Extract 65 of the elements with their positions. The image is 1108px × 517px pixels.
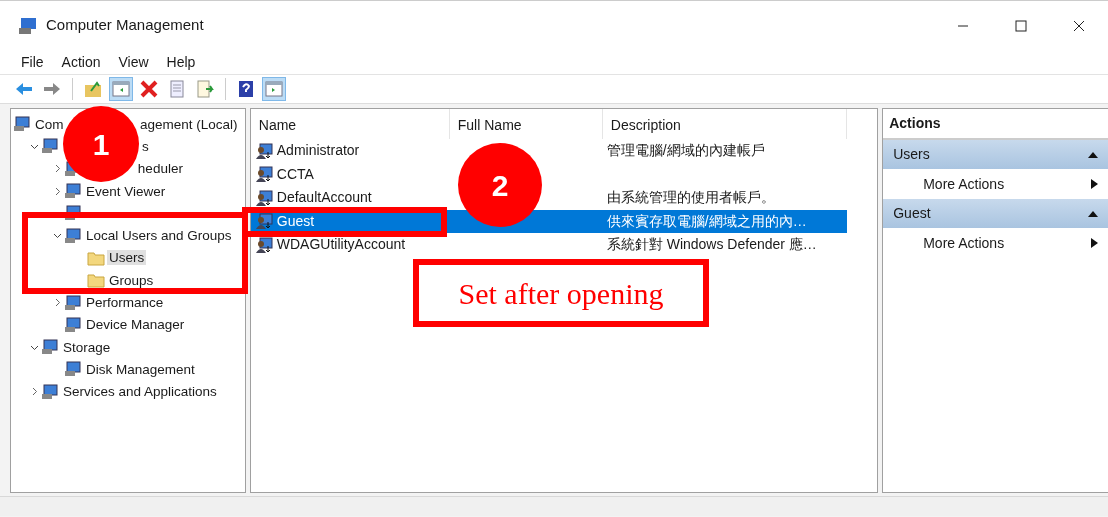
help-icon — [236, 79, 256, 99]
column-header[interactable]: Description — [602, 109, 847, 139]
action-link[interactable]: More Actions — [883, 228, 1108, 258]
computer-icon — [18, 15, 38, 36]
action-link[interactable]: More Actions — [883, 169, 1108, 199]
table-cell: 供來賓存取電腦/網域之用的內… — [606, 212, 807, 229]
monitor-icon — [64, 294, 82, 311]
menu-item[interactable]: Help — [157, 51, 205, 73]
tree-item[interactable]: Local Users and Groups — [84, 228, 234, 244]
table-cell[interactable]: WDAGUtilityAccount — [276, 234, 406, 256]
close-icon — [1073, 19, 1085, 32]
tree-item[interactable]: Com — [33, 116, 66, 132]
window-panel-icon — [264, 79, 284, 99]
menu-item[interactable]: Action — [52, 51, 110, 73]
monitor-icon — [64, 361, 82, 378]
tree-item[interactable]: Groups — [107, 272, 156, 288]
tree-item[interactable]: agement (Local) — [137, 116, 240, 132]
user-icon — [254, 165, 273, 184]
folder-icon — [87, 249, 105, 266]
document-icon — [167, 79, 187, 99]
window-title: Computer Management — [46, 15, 205, 36]
tree-item[interactable]: Event Viewer — [84, 183, 168, 199]
tree-item[interactable]: Storage — [61, 339, 113, 355]
maximize-icon — [1015, 19, 1027, 32]
window-panel-icon — [111, 79, 131, 99]
section-header[interactable]: Users — [883, 140, 1108, 169]
monitor-icon — [64, 227, 82, 244]
monitor-icon — [13, 116, 31, 133]
column-header[interactable]: Name — [250, 109, 450, 139]
monitor-icon — [64, 183, 82, 200]
table-cell: 由系統管理的使用者帳戶。 — [606, 189, 775, 206]
tree-item[interactable]: Disk Management — [84, 361, 197, 377]
monitor-icon — [64, 316, 82, 333]
document-arrow-icon — [195, 79, 215, 99]
monitor-icon — [41, 138, 59, 155]
tree-item[interactable]: s — [140, 138, 151, 154]
section-header[interactable]: Guest — [883, 199, 1108, 228]
console-tree-button[interactable] — [109, 77, 133, 101]
monitor-icon — [41, 383, 59, 400]
table-cell[interactable]: DefaultAccount — [276, 187, 372, 209]
monitor-icon — [64, 205, 82, 222]
table-cell[interactable]: Guest — [276, 210, 315, 232]
user-icon — [254, 141, 273, 160]
folder-arrow-icon — [83, 79, 103, 99]
user-icon — [254, 188, 273, 207]
callout-note: Set after opening — [413, 259, 709, 327]
monitor-icon — [41, 339, 59, 356]
menu-item[interactable]: View — [109, 51, 158, 73]
user-icon — [254, 212, 273, 231]
tree-item[interactable]: Device Manager — [84, 317, 187, 333]
table-cell[interactable]: Administrator — [276, 140, 360, 162]
table-cell: 管理電腦/網域的內建帳戶 — [606, 142, 765, 159]
table-cell[interactable]: CCTA — [276, 163, 314, 185]
tree-item[interactable]: Performance — [84, 295, 166, 310]
submenu-arrow-icon — [1091, 238, 1098, 248]
tree-item[interactable]: Services and Applications — [61, 384, 219, 400]
folder-icon — [87, 272, 105, 289]
user-icon — [254, 235, 273, 254]
menu-item[interactable]: File — [12, 51, 53, 73]
delete-icon — [139, 79, 159, 99]
tree-item[interactable]: Users — [107, 250, 147, 266]
column-header[interactable]: Full Name — [449, 109, 603, 139]
collapse-chevron-icon[interactable] — [52, 231, 62, 241]
table-cell: 系統針對 Windows Defender 應… — [606, 236, 817, 253]
submenu-arrow-icon — [1091, 179, 1098, 189]
